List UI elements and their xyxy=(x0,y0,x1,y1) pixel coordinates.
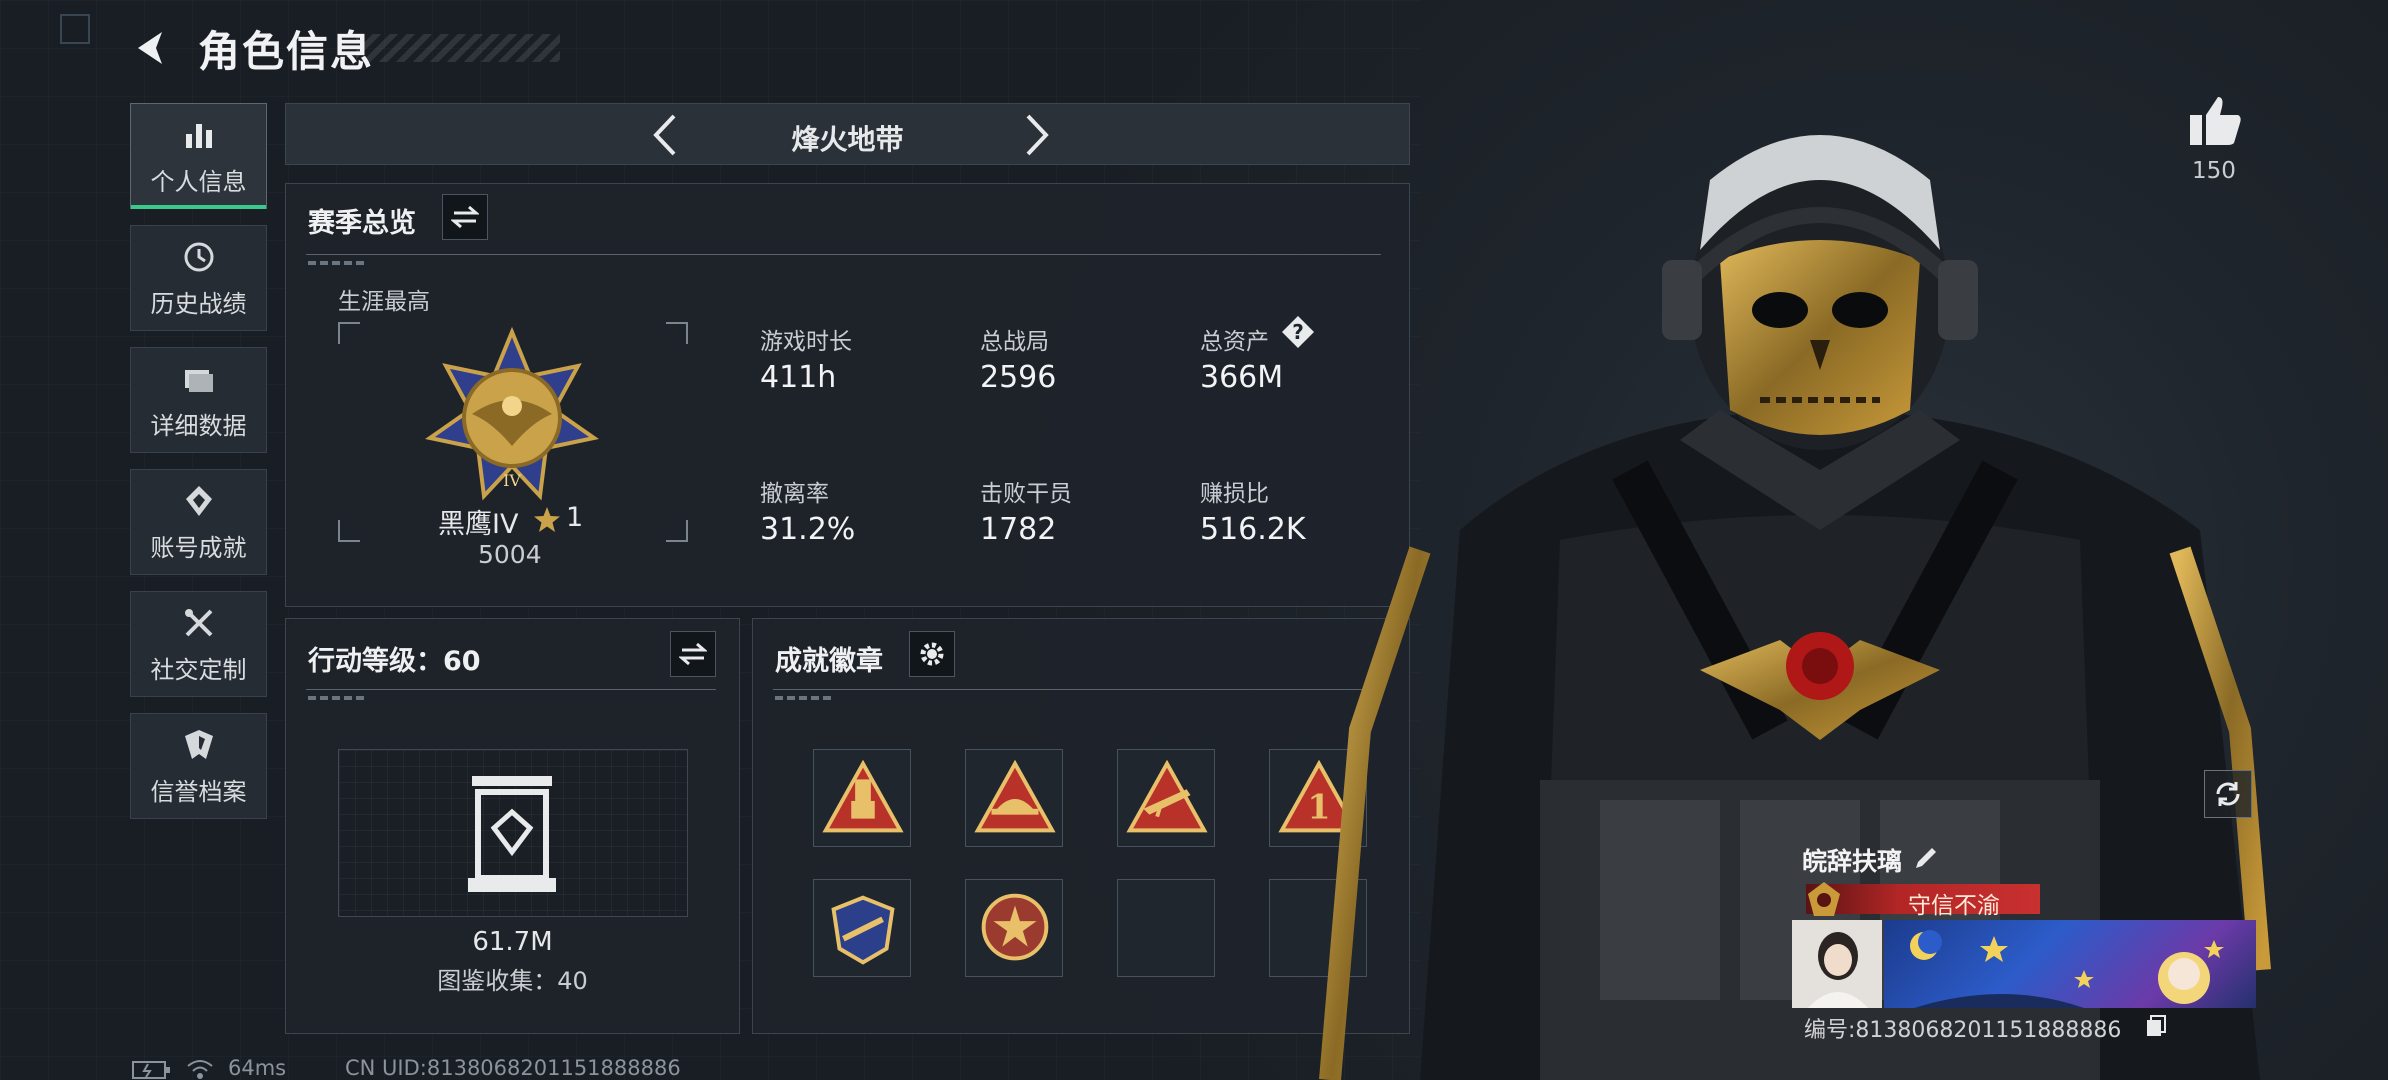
sidebar-item-history[interactable]: 历史战绩 xyxy=(130,225,267,331)
collection-count: 图鉴收集：40 xyxy=(437,967,588,995)
stat-label: 总资产 xyxy=(1200,329,1269,355)
history-icon xyxy=(184,242,213,271)
player-name: 皖辞扶璃 xyxy=(1802,847,1903,876)
title-tag-text: 守信不渝 xyxy=(1908,893,2000,919)
rank-name: 黑鹰IV xyxy=(438,509,519,540)
title-badge-icon xyxy=(1808,882,1840,916)
stat-label: 总战局 xyxy=(980,329,1049,355)
switch-action-button[interactable] xyxy=(670,631,716,677)
stat-value: 31.2% xyxy=(760,512,856,547)
folder-icon xyxy=(184,369,213,392)
achievement-icon xyxy=(185,485,212,516)
career-label: 生涯最高 xyxy=(338,289,430,315)
chevron-right-icon[interactable] xyxy=(1016,112,1056,158)
badge-slot[interactable] xyxy=(1117,749,1215,847)
rank-score: 5004 xyxy=(478,540,542,569)
svg-text:IV: IV xyxy=(503,471,521,490)
avatar-image xyxy=(1792,920,1882,1008)
badge-slot[interactable] xyxy=(965,879,1063,977)
sidebar-item-achievements[interactable]: 账号成就 xyxy=(130,469,267,575)
badge-settings-button[interactable] xyxy=(909,631,955,677)
badges-title: 成就徽章 xyxy=(775,646,883,677)
swap-icon xyxy=(679,642,707,666)
rotate-icon xyxy=(2216,782,2240,806)
divider-ticks xyxy=(308,261,368,265)
thumbs-up-icon[interactable] xyxy=(2188,95,2244,147)
page-title: 角色信息 xyxy=(198,27,375,76)
sidebar-item-label: 个人信息 xyxy=(150,167,247,196)
divider xyxy=(773,689,1383,690)
action-value: 61.7M xyxy=(472,927,553,957)
rank-stars: 1 xyxy=(566,502,584,533)
rifle-badge-icon xyxy=(1126,759,1208,833)
ping-value: 64ms xyxy=(228,1056,287,1080)
wifi-icon xyxy=(187,1060,213,1079)
stat-value: 366M xyxy=(1200,360,1284,395)
player-name-card[interactable]: 皖辞扶璃 守信不渝 xyxy=(1792,838,2256,1008)
divider xyxy=(306,689,716,690)
sidebar-item-label: 社交定制 xyxy=(150,655,247,684)
collection-display[interactable] xyxy=(338,749,688,917)
badge-slot[interactable] xyxy=(813,749,911,847)
avatar[interactable] xyxy=(1792,920,1882,1008)
stat-value: 2596 xyxy=(980,360,1057,395)
profile-banner xyxy=(1884,920,2256,1008)
sidebar-item-social[interactable]: 社交定制 xyxy=(130,591,267,697)
bar-chart-icon xyxy=(185,123,212,148)
sidebar-item-reputation[interactable]: 信誉档案 xyxy=(130,713,267,819)
sidebar-item-detail-data[interactable]: 详细数据 xyxy=(130,347,267,453)
rotate-model-button[interactable] xyxy=(2204,770,2252,818)
back-arrow-icon[interactable] xyxy=(128,26,172,70)
switch-season-button[interactable] xyxy=(442,194,488,240)
sidebar-item-label: 详细数据 xyxy=(150,411,247,440)
action-level-title: 行动等级：60 xyxy=(308,646,481,677)
badge-slot-empty[interactable] xyxy=(1117,879,1215,977)
battery-icon xyxy=(132,1061,170,1079)
sidebar-item-personal-info[interactable]: 个人信息 xyxy=(130,103,267,209)
banner-image xyxy=(1910,930,2224,1008)
player-id: 编号:8138068201151888886 xyxy=(1804,1018,2122,1043)
corner-decoration xyxy=(60,14,90,44)
sidebar-item-label: 账号成就 xyxy=(150,533,247,562)
hat-badge-icon xyxy=(974,759,1056,833)
action-level-panel: 行动等级：60 61.7M 图鉴收集：40 xyxy=(285,618,740,1034)
gear-icon xyxy=(920,642,944,666)
badge-slot[interactable] xyxy=(813,879,911,977)
divider-ticks xyxy=(308,696,368,700)
sidebar-item-label: 信誉档案 xyxy=(150,777,247,806)
season-title: 赛季总览 xyxy=(308,208,416,239)
star-badge-icon xyxy=(981,893,1049,961)
uid-text: CN UID:8138068201151888886 xyxy=(345,1056,681,1080)
shield-badge-icon xyxy=(831,895,895,965)
tools-icon xyxy=(184,608,212,636)
sidebar-item-label: 历史战绩 xyxy=(150,289,247,318)
stat-label: 赚损比 xyxy=(1200,481,1269,507)
stat-label: 击败干员 xyxy=(980,481,1072,507)
rank-emblem-icon: IV xyxy=(425,326,599,501)
edit-icon[interactable] xyxy=(1910,844,1940,874)
swap-icon xyxy=(451,205,479,229)
stat-value: 516.2K xyxy=(1200,512,1306,547)
stat-label: 游戏时长 xyxy=(760,329,852,355)
collection-case-icon xyxy=(468,776,556,892)
stat-value: 1782 xyxy=(980,512,1057,547)
mode-label: 烽火地带 xyxy=(791,123,904,156)
title-decoration xyxy=(356,34,560,62)
shield-icon xyxy=(184,729,213,759)
mode-selector: 烽火地带 xyxy=(285,103,1410,165)
usb-badge-icon xyxy=(822,759,904,833)
badge-slot[interactable] xyxy=(965,749,1063,847)
stat-value: 411h xyxy=(760,360,837,395)
stat-label: 撤离率 xyxy=(760,481,829,507)
star-icon xyxy=(534,507,560,532)
like-count: 150 xyxy=(2192,158,2236,184)
divider-ticks xyxy=(775,696,835,700)
copy-icon[interactable] xyxy=(2145,1014,2167,1038)
divider xyxy=(306,254,1381,255)
